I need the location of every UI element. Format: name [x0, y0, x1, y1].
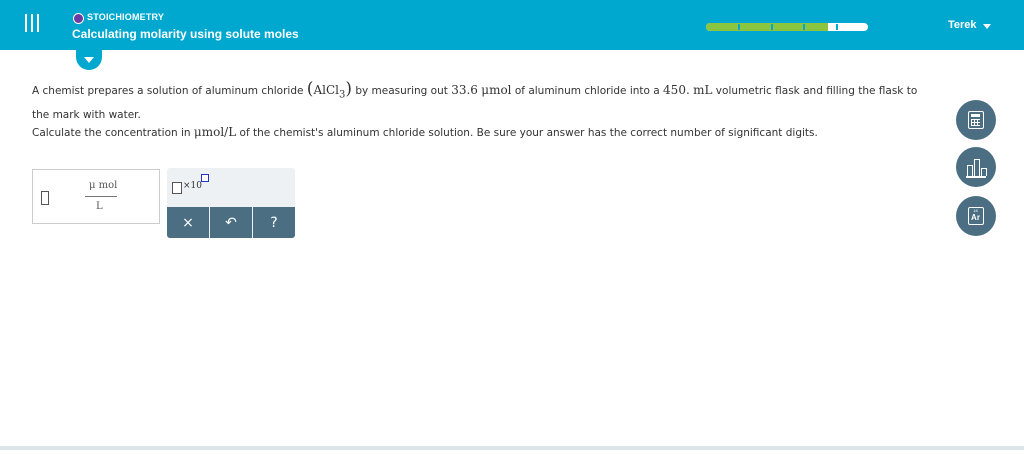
instruction-text-part: of the chemist's aluminum chloride solut… [236, 127, 818, 139]
progress-bar [706, 23, 868, 31]
chevron-down-icon[interactable] [983, 24, 991, 29]
undo-button[interactable]: ↶ [209, 207, 252, 238]
calculator-icon [968, 111, 984, 129]
progress-segment-divider [836, 24, 838, 30]
menu-icon[interactable] [22, 14, 42, 36]
collapse-header-button[interactable] [76, 50, 102, 70]
mantissa-slot-icon [172, 182, 182, 194]
flask-volume: 450. [663, 83, 690, 97]
solute-amount: 33.6 [451, 83, 478, 97]
periodic-table-button[interactable]: 18 Ar [956, 196, 996, 236]
caret-down-icon [84, 57, 94, 63]
answer-input-area[interactable]: μ mol L [32, 169, 160, 224]
question-instruction: Calculate the concentration in μmol/L of… [32, 125, 932, 139]
progress-segment-divider [771, 24, 773, 30]
periodic-table-icon: 18 Ar [968, 207, 984, 225]
progress-bar-fill [706, 23, 828, 31]
question-text-part: by measuring out [351, 85, 452, 97]
progress-segment-divider [803, 24, 805, 30]
unit-denominator: L [96, 201, 103, 212]
flask-volume-unit: mL [693, 83, 713, 97]
help-button[interactable]: ? [252, 207, 295, 238]
bar-chart-icon [966, 156, 987, 178]
question-text-part: of aluminum chloride into a [511, 85, 664, 97]
answer-toolbar: × ↶ ? [167, 207, 295, 238]
module-status-icon [73, 13, 84, 24]
topic-title: Calculating molarity using solute moles [72, 27, 299, 41]
concentration-unit: μmol/L [193, 125, 237, 139]
instruction-text-part: Calculate the concentration in [32, 127, 194, 139]
answer-input[interactable] [41, 191, 49, 205]
bottom-divider [0, 446, 1024, 450]
times-ten-label: ×10 [183, 181, 202, 191]
clear-button[interactable]: × [167, 207, 209, 238]
fraction-bar [85, 196, 117, 197]
chemical-formula: AlCl3 [313, 83, 346, 101]
solute-amount-unit: μmol [481, 83, 512, 97]
module-label: STOICHIOMETRY [87, 12, 165, 22]
data-button[interactable] [956, 147, 996, 187]
top-bar: STOICHIOMETRY Calculating molarity using… [0, 0, 1024, 50]
question-text: A chemist prepares a solution of aluminu… [32, 79, 918, 122]
exponent-slot-icon [201, 174, 209, 182]
progress-segment-divider [738, 24, 740, 30]
calculator-button[interactable] [956, 100, 996, 140]
user-menu[interactable]: Terek [948, 19, 977, 31]
unit-numerator: μ mol [89, 180, 118, 191]
periodic-table-icon-symbol: Ar [971, 213, 980, 222]
scientific-notation-button[interactable]: ×10 [172, 172, 214, 194]
question-text-part: A chemist prepares a solution of aluminu… [32, 85, 307, 97]
